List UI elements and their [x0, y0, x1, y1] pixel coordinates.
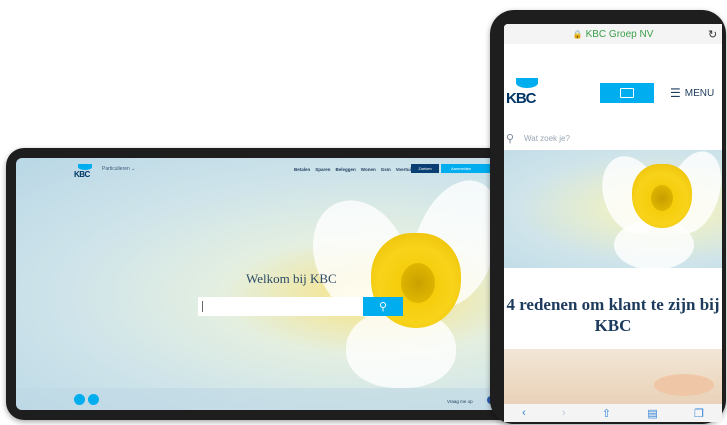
- kbc-logo[interactable]: KBC: [74, 164, 98, 180]
- flower-center: [401, 263, 435, 303]
- menu-button[interactable]: ☰ MENU: [670, 86, 714, 100]
- search-icon: ⚲: [506, 133, 515, 145]
- page-title: Welkom bij KBC: [246, 271, 337, 286]
- card-reader-button[interactable]: [600, 83, 654, 103]
- search-submit-button[interactable]: ⚲: [363, 297, 403, 316]
- help-label[interactable]: Vraag me op: [447, 399, 473, 404]
- share-icon[interactable]: ⇧: [602, 407, 611, 420]
- hand-image: [654, 374, 714, 396]
- text-caret: [202, 301, 203, 312]
- address-bar[interactable]: 🔒 KBC Groep NV: [504, 24, 722, 44]
- search-input[interactable]: [198, 297, 363, 316]
- nav-item-beleggen[interactable]: Beleggen: [336, 167, 356, 172]
- tablet-screen: KBC Particulieren ⌄ Betalen Sparen Beleg…: [16, 158, 512, 410]
- forward-icon[interactable]: ›: [562, 407, 566, 419]
- tablet-header: KBC Particulieren ⌄ Betalen Sparen Beleg…: [16, 158, 512, 182]
- kbc-logo[interactable]: KBC: [506, 78, 546, 110]
- search-icon: ⚲: [378, 301, 388, 313]
- phone-icon[interactable]: [88, 394, 99, 405]
- bookmarks-icon[interactable]: ▤: [647, 407, 657, 420]
- phone-screen: 🔒 KBC Groep NV ↻ KBC ☰ MENU ⚲ Wat zoek j…: [504, 24, 722, 422]
- url-text: KBC Groep NV: [585, 28, 654, 40]
- tabs-icon[interactable]: ❐: [694, 407, 704, 420]
- menu-label: MENU: [684, 87, 715, 99]
- back-icon[interactable]: ‹: [522, 407, 526, 419]
- nav-item-sparen[interactable]: Sparen: [315, 167, 330, 172]
- lock-icon: 🔒: [572, 29, 583, 39]
- hamburger-icon: ☰: [670, 86, 681, 100]
- search-button[interactable]: Zoeken: [411, 164, 439, 173]
- main-nav: Betalen Sparen Beleggen Wonen Gsm Voertu…: [294, 167, 414, 172]
- nav-item-betalen[interactable]: Betalen: [294, 167, 310, 172]
- segment-selector[interactable]: Particulieren ⌄: [102, 166, 135, 172]
- nav-item-wonen[interactable]: Wonen: [361, 167, 376, 172]
- browser-toolbar: ‹ › ⇧ ▤ ❐: [504, 404, 722, 422]
- reload-icon[interactable]: ↻: [708, 28, 717, 41]
- nav-item-gsm[interactable]: Gsm: [381, 167, 391, 172]
- search-field[interactable]: ⚲ Wat zoek je?: [504, 130, 722, 150]
- card-icon: [620, 88, 634, 98]
- phone-device: 🔒 KBC Groep NV ↻ KBC ☰ MENU ⚲ Wat zoek j…: [490, 10, 726, 424]
- search-placeholder: Wat zoek je?: [524, 134, 570, 143]
- hero-image: [504, 150, 722, 268]
- tablet-device: KBC Particulieren ⌄ Betalen Sparen Beleg…: [6, 148, 526, 420]
- info-icon[interactable]: [74, 394, 85, 405]
- reasons-heading: 4 redenen om klant te zijn bij KBC: [506, 295, 720, 335]
